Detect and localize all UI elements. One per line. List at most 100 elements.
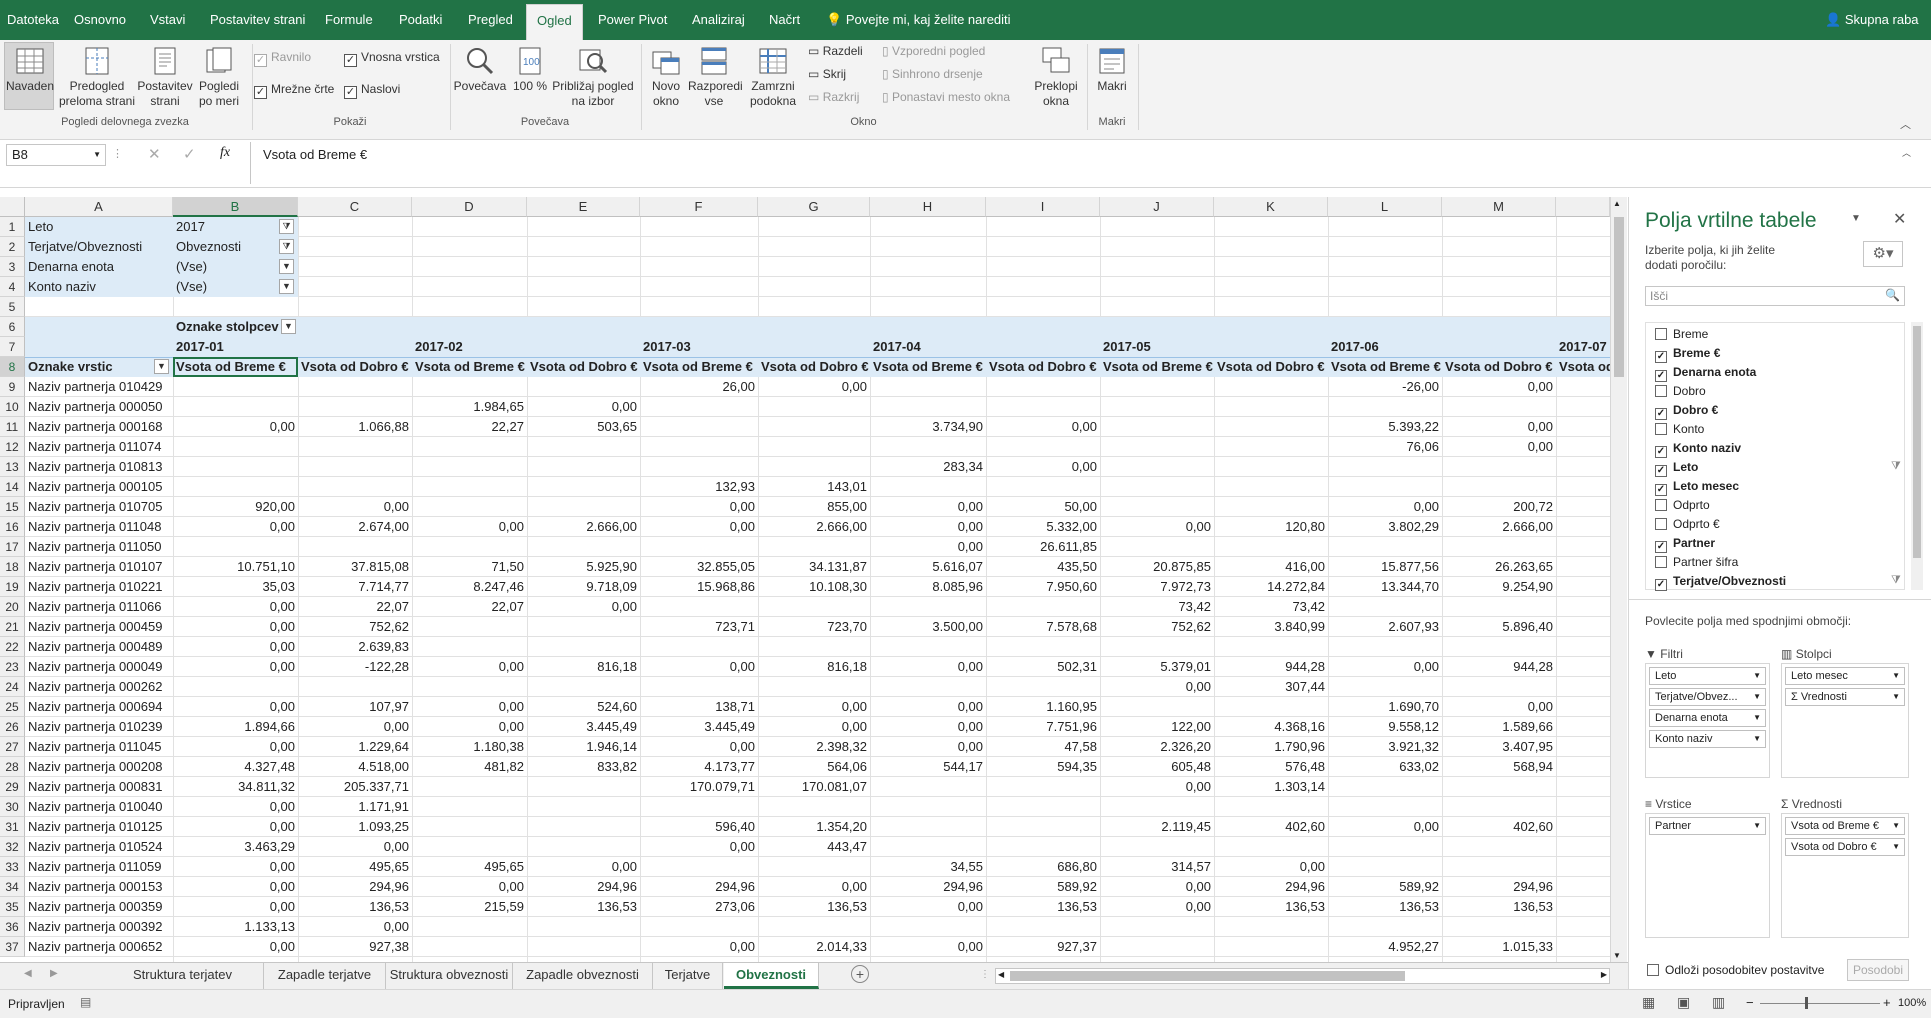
value-cell[interactable]: 0,00 [640,657,758,677]
value-cell[interactable]: 8.085,96 [870,577,986,597]
value-cell[interactable]: 0,00 [640,937,758,957]
collapse-ribbon-icon[interactable]: ︿ [1900,116,1911,132]
checkbox-unchecked-icon[interactable] [1655,328,1667,340]
value-cell[interactable]: 633,02 [1328,757,1442,777]
scroll-right-icon[interactable]: ▶ [1601,970,1607,979]
value-cell[interactable]: 32.855,05 [640,557,758,577]
row-header[interactable]: 11 [0,417,25,437]
value-cell[interactable]: 170.079,71 [640,777,758,797]
row-partner-label[interactable]: Naziv partnerja 011045 [25,737,173,757]
chevron-down-icon[interactable]: ▼ [279,279,294,294]
row-header[interactable]: 10 [0,397,25,417]
value-cell[interactable]: 435,50 [986,557,1100,577]
measure-header[interactable]: Vsota od Dobro € [986,357,1100,377]
row-partner-label[interactable]: Naziv partnerja 000694 [25,697,173,717]
field-item[interactable]: Partner šifra [1655,555,1738,569]
value-cell[interactable]: 481,82 [412,757,527,777]
sheet-tab-liability-structure[interactable]: Struktura obveznosti [386,963,513,989]
value-cell[interactable]: 0,00 [173,517,298,537]
field-item[interactable]: Odprto € [1655,517,1720,531]
column-header[interactable]: C [298,197,412,217]
value-cell[interactable]: 0,00 [527,597,640,617]
value-cell[interactable]: 0,00 [870,897,986,917]
value-cell[interactable]: 0,00 [1100,897,1214,917]
value-cell[interactable]: 927,37 [986,937,1100,957]
value-cell[interactable]: 1.690,70 [1328,697,1442,717]
tab-design[interactable]: Načrt [769,12,800,27]
scroll-left-icon[interactable]: ◀ [998,970,1004,979]
value-cell[interactable]: 3.840,99 [1214,617,1328,637]
column-header[interactable]: K [1214,197,1328,217]
value-cell[interactable]: 4.173,77 [640,757,758,777]
column-header[interactable]: A [25,197,173,217]
zoom-button[interactable]: Povečava [452,46,508,94]
value-cell[interactable]: 0,00 [298,917,412,937]
value-cell[interactable]: 0,00 [758,697,870,717]
value-cell[interactable]: 920,00 [173,497,298,517]
zoom-selection-button[interactable]: Približaj pogled na izbor [550,46,636,109]
row-partner-label[interactable]: Naziv partnerja 000208 [25,757,173,777]
value-cell[interactable]: 0,00 [1100,517,1214,537]
worksheet[interactable]: ABCDEFGHIJKLM 1 2 3 4 5 6 7 8 9 10 11 12 13 14 15 16 17 1… [0,197,1610,962]
freeze-panes-button[interactable]: Zamrzni podokna [744,46,802,109]
row-header[interactable]: 20 [0,597,25,617]
row-header[interactable]: 24 [0,677,25,697]
value-cell[interactable]: 294,96 [298,877,412,897]
value-cell[interactable]: 5.379,01 [1100,657,1214,677]
checkbox-checked-icon[interactable]: ✓ [1655,351,1667,363]
sheet-tab-receivables[interactable]: Terjatve [653,963,723,989]
value-cell[interactable]: 0,00 [1214,857,1328,877]
sync-scroll-button[interactable]: ▯ Sinhrono drsenje [882,67,983,81]
row-header[interactable]: 3 [0,257,25,277]
row-header[interactable]: 4 [0,277,25,297]
arrange-all-button[interactable]: Razporedi vse [688,46,743,109]
formula-bar-checkbox[interactable]: ✓ Vnosna vrstica [344,50,440,67]
value-cell[interactable]: 855,00 [758,497,870,517]
value-cell[interactable]: 15.968,86 [640,577,758,597]
value-cell[interactable]: 0,00 [173,657,298,677]
gridlines-checkbox[interactable]: ✓ Mrežne črte [254,82,334,99]
value-cell[interactable]: 2.119,45 [1100,817,1214,837]
row-partner-label[interactable]: Naziv partnerja 010239 [25,717,173,737]
row-partner-label[interactable]: Naziv partnerja 000652 [25,937,173,957]
measure-header[interactable]: Vsota od Dobro € [1442,357,1556,377]
switch-windows-button[interactable]: Preklopi okna [1032,46,1080,109]
value-cell[interactable]: 3.407,95 [1442,737,1556,757]
value-cell[interactable]: 34.131,87 [758,557,870,577]
update-button[interactable]: Posodobi [1847,959,1909,981]
value-cell[interactable]: 0,00 [640,497,758,517]
value-cell[interactable]: 944,28 [1442,657,1556,677]
value-cell[interactable]: 944,28 [1214,657,1328,677]
value-cell[interactable]: 0,00 [173,737,298,757]
value-cell[interactable]: 0,00 [173,617,298,637]
headings-checkbox[interactable]: ✓ Naslovi [344,82,400,99]
tab-prev-icon[interactable]: ◀ [24,968,32,979]
column-header[interactable]: I [986,197,1100,217]
value-cell[interactable]: 1.984,65 [412,397,527,417]
field-item[interactable]: ✓ Konto naziv [1655,441,1741,458]
field-item[interactable]: ✓ Leto mesec [1655,479,1739,496]
value-cell[interactable]: 37.815,08 [298,557,412,577]
field-item[interactable]: Odprto [1655,498,1710,512]
value-cell[interactable]: 0,00 [870,517,986,537]
value-cell[interactable]: 273,06 [640,897,758,917]
value-cell[interactable]: 5.616,07 [870,557,986,577]
row-header[interactable]: 28 [0,757,25,777]
value-cell[interactable]: 0,00 [1328,657,1442,677]
value-cell[interactable]: 9.718,09 [527,577,640,597]
value-cell[interactable]: 136,53 [527,897,640,917]
value-cell[interactable]: 4.368,16 [1214,717,1328,737]
value-cell[interactable]: 0,00 [412,877,527,897]
value-cell[interactable]: 4.327,48 [173,757,298,777]
value-cell[interactable]: 589,92 [1328,877,1442,897]
tab-review[interactable]: Pregled [468,12,513,27]
value-cell[interactable]: 2.666,00 [758,517,870,537]
value-cell[interactable]: 0,00 [986,457,1100,477]
value-cell[interactable]: 294,96 [870,877,986,897]
row-partner-label[interactable]: Naziv partnerja 000105 [25,477,173,497]
row-header[interactable]: 5 [0,297,25,317]
filter-applied-icon[interactable]: ⧩ [279,219,294,234]
value-cell[interactable]: 0,00 [173,597,298,617]
value-cell[interactable]: 0,00 [173,937,298,957]
chevron-down-icon[interactable]: ▼ [281,319,296,334]
